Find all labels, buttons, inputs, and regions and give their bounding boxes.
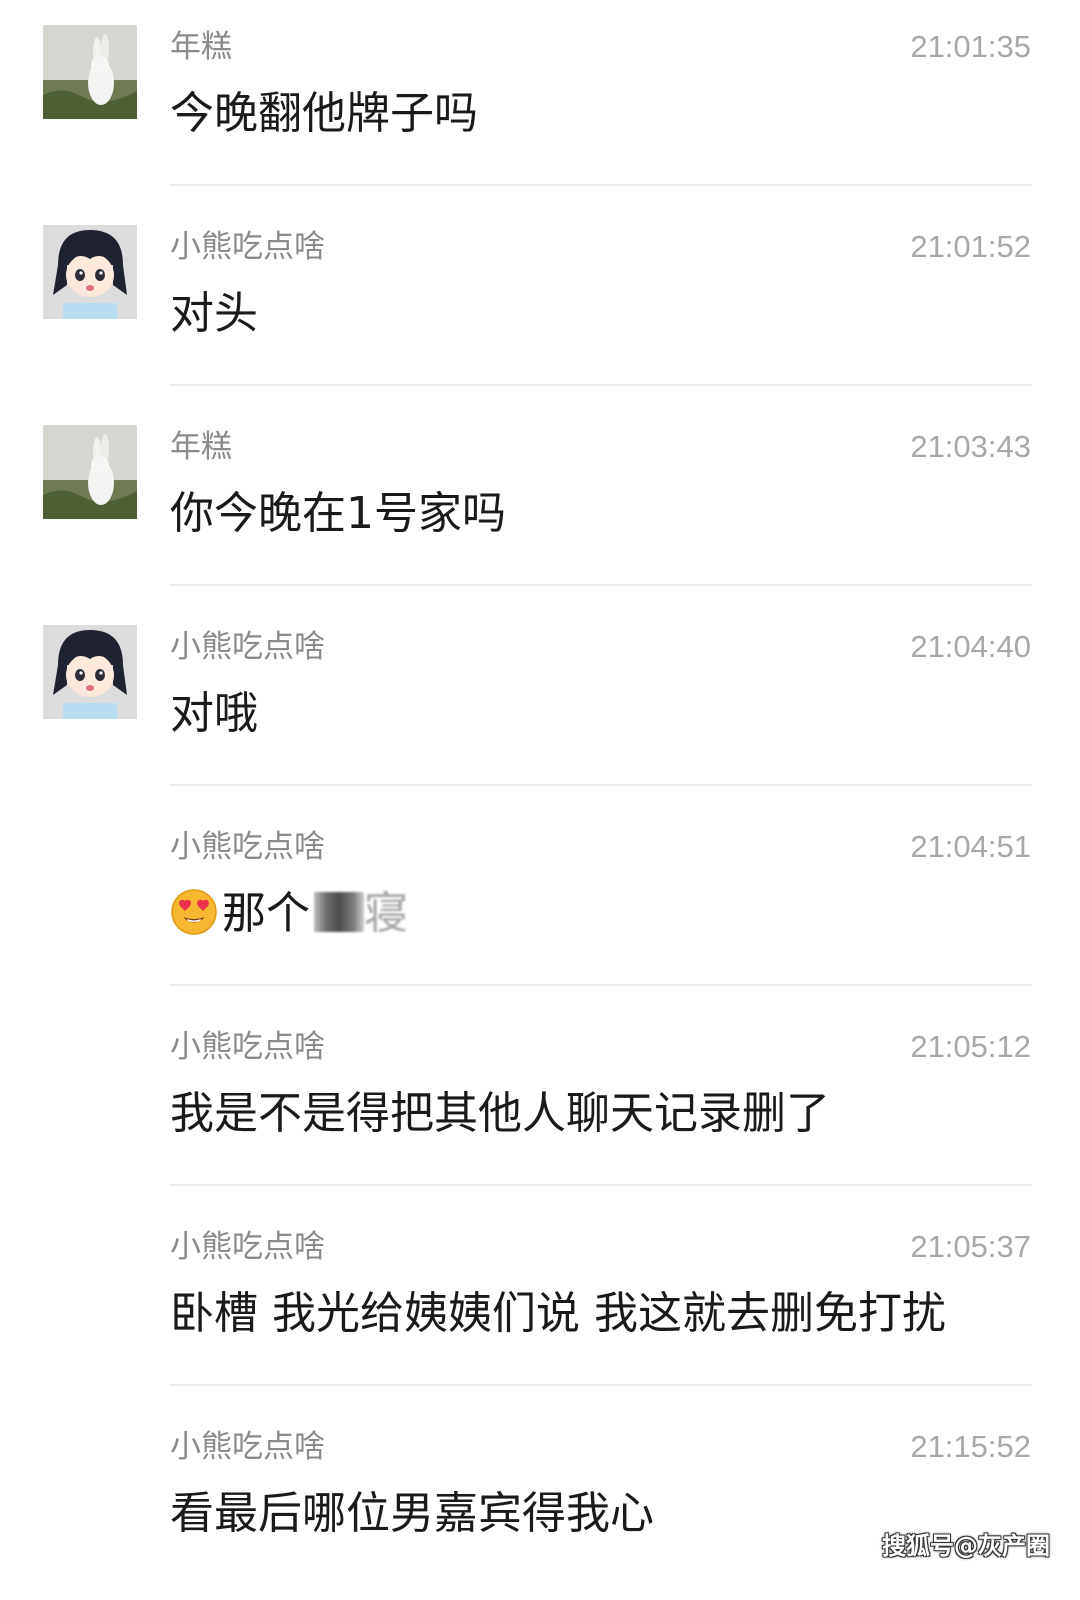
sender-name: 小熊吃点啥 [170,1029,325,1065]
message-timestamp: 21:01:35 [910,29,1031,64]
message-timestamp: 21:05:12 [910,1029,1031,1064]
rabbit-avatar[interactable] [43,425,137,519]
chat-history-list: 年糕 21:01:35 今晚翻他牌子吗 小熊吃点啥 21:01:52 对头 年糕… [0,0,1080,1575]
divider [170,584,1032,586]
message-text-main: 那个 [222,888,310,939]
message-item[interactable]: 年糕 21:01:35 今晚翻他牌子吗 [0,0,1080,200]
watermark: 搜狐号@灰产圈 [882,1532,1050,1560]
sender-name: 小熊吃点啥 [170,1429,325,1465]
sender-name: 小熊吃点啥 [170,829,325,865]
divider [170,1384,1032,1386]
message-text-tail: 寝 [364,888,408,939]
rabbit-icon [43,425,137,519]
divider [170,184,1032,186]
message-timestamp: 21:15:52 [910,1429,1031,1464]
divider [170,1184,1032,1186]
heart-eyes-emoji-icon [170,888,218,936]
message-timestamp: 21:04:40 [910,629,1031,664]
message-item[interactable]: 年糕 21:03:43 你今晚在1号家吗 [0,400,1080,600]
message-timestamp: 21:04:51 [910,829,1031,864]
sender-name: 小熊吃点啥 [170,1229,325,1265]
sender-name: 小熊吃点啥 [170,629,325,665]
anime-girl-avatar[interactable] [43,625,137,719]
message-item[interactable]: 小熊吃点啥 21:04:40 对哦 [0,600,1080,800]
rabbit-icon [43,25,137,119]
sender-name: 年糕 [170,29,232,65]
message-timestamp: 21:05:37 [910,1229,1031,1264]
message-timestamp: 21:03:43 [910,429,1031,464]
message-text: 对头 [170,288,258,339]
message-text: 看最后哪位男嘉宾得我心 [170,1488,654,1539]
message-text: 对哦 [170,688,258,739]
rabbit-avatar[interactable] [43,25,137,119]
message-item[interactable]: 小熊吃点啥 21:05:12 我是不是得把其他人聊天记录删了 [0,1000,1080,1200]
divider [170,784,1032,786]
message-item[interactable]: 小熊吃点啥 21:05:37 卧槽 我光给姨姨们说 我这就去删免打扰 [0,1200,1080,1400]
divider [170,984,1032,986]
message-item[interactable]: 小熊吃点啥 21:15:52 看最后哪位男嘉宾得我心 [0,1400,1080,1600]
anime-girl-avatar[interactable] [43,225,137,319]
message-item[interactable]: 小熊吃点啥 21:04:51 那个 寝 [0,800,1080,1000]
message-text: 那个 寝 [170,886,408,942]
message-text: 我是不是得把其他人聊天记录删了 [170,1088,830,1139]
divider [170,384,1032,386]
sender-name: 小熊吃点啥 [170,229,325,265]
anime-girl-icon [43,625,137,719]
message-timestamp: 21:01:52 [910,229,1031,264]
message-text: 你今晚在1号家吗 [170,488,506,539]
message-text: 卧槽 我光给姨姨们说 我这就去删免打扰 [170,1288,946,1339]
redacted-mosaic [314,892,364,932]
message-item[interactable]: 小熊吃点啥 21:01:52 对头 [0,200,1080,400]
message-text: 今晚翻他牌子吗 [170,88,478,139]
sender-name: 年糕 [170,429,232,465]
anime-girl-icon [43,225,137,319]
